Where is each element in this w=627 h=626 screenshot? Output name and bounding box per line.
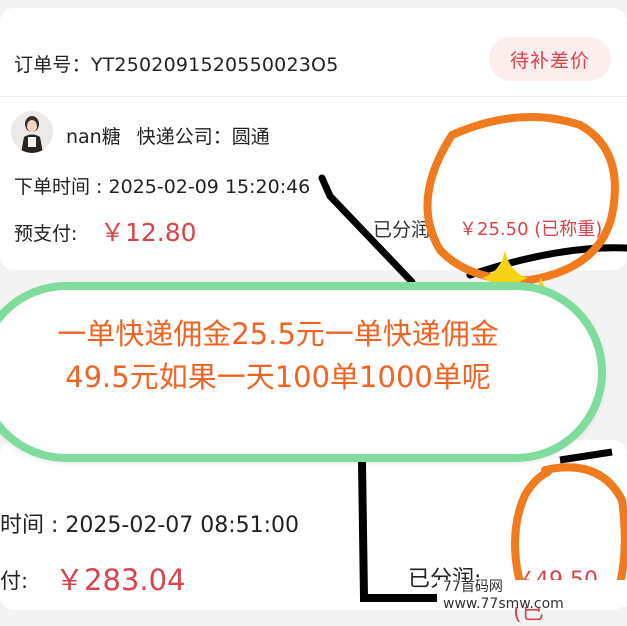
caption-text: 一单快递佣金25.5元一单快递佣金49.5元如果一天100单1000单呢 [57, 317, 499, 394]
black-stroke [559, 448, 613, 464]
black-stroke [466, 244, 627, 279]
orange-circle [423, 113, 619, 285]
black-stroke [318, 174, 416, 286]
watermark: 77首码网 www.77smw.com [437, 579, 627, 612]
